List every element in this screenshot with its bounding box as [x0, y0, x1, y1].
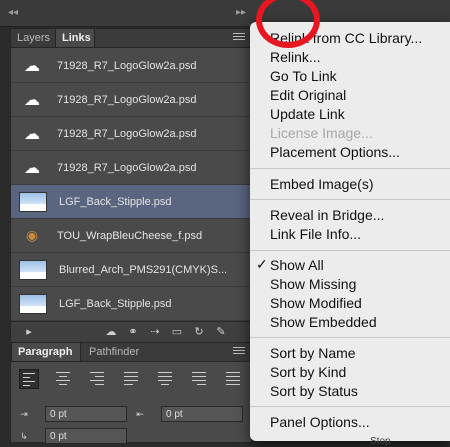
- menu-item-edit-original[interactable]: Edit Original: [270, 87, 346, 103]
- list-item-selected[interactable]: LGF_Back_Stipple.psd: [11, 185, 251, 219]
- cloud-icon: ☁: [24, 159, 40, 177]
- show-info-icon[interactable]: ▸: [21, 324, 37, 340]
- right-indent-icon: ⇤: [136, 409, 144, 419]
- list-item[interactable]: ☁ 71928_R7_LogoGlow2a.psd: [11, 49, 251, 83]
- panel-menu-icon[interactable]: [233, 347, 245, 357]
- embed-icon[interactable]: ▭: [169, 324, 185, 340]
- menu-item-link-file-info[interactable]: Link File Info...: [270, 226, 361, 242]
- menu-item-show-missing[interactable]: Show Missing: [270, 276, 356, 292]
- links-toolbar: ▸ ☁ ⚭ ⇢ ▭ ↻ ✎: [11, 321, 251, 342]
- menu-item-go-to-link[interactable]: Go To Link: [270, 68, 337, 84]
- tab-layers[interactable]: Layers: [11, 29, 55, 47]
- menu-item-sort-by-kind[interactable]: Sort by Kind: [270, 364, 346, 380]
- cloud-icon: ☁: [24, 125, 40, 143]
- menu-separator: [250, 406, 450, 407]
- file-name: 71928_R7_LogoGlow2a.psd: [57, 161, 197, 174]
- file-name: TOU_WrapBleuCheese_f.psd: [57, 229, 203, 242]
- menu-item-reveal-in-bridge[interactable]: Reveal in Bridge...: [270, 207, 384, 223]
- menu-separator: [250, 337, 450, 338]
- file-name: 71928_R7_LogoGlow2a.psd: [57, 127, 197, 140]
- right-indent-field[interactable]: 0 pt: [161, 406, 243, 422]
- menu-item-sort-by-status[interactable]: Sort by Status: [270, 383, 358, 399]
- sky-thumbnail-icon: [19, 293, 47, 314]
- menu-item-license-image: License Image...: [270, 125, 373, 141]
- menu-item-embed-images[interactable]: Embed Image(s): [270, 176, 373, 192]
- justify-all-icon[interactable]: [223, 369, 243, 389]
- left-indent-field[interactable]: 0 pt: [45, 406, 127, 422]
- list-item[interactable]: ☁ 71928_R7_LogoGlow2a.psd: [11, 151, 251, 185]
- menu-separator: [250, 168, 450, 169]
- justify-right-icon[interactable]: [189, 369, 209, 389]
- align-left-icon[interactable]: [19, 369, 39, 389]
- menu-item-relink[interactable]: Relink...: [270, 49, 321, 65]
- menu-item-show-modified[interactable]: Show Modified: [270, 295, 362, 311]
- align-center-icon[interactable]: [53, 369, 73, 389]
- collapse-right-icon[interactable]: ▸▸: [236, 7, 246, 18]
- update-link-icon[interactable]: ↻: [191, 324, 207, 340]
- sky-thumbnail-icon: [19, 259, 47, 280]
- cheese-thumbnail-icon: ◉: [25, 227, 39, 243]
- links-panel-menu: Relink from CC Library... Relink... Go T…: [250, 22, 450, 447]
- tab-links[interactable]: Links: [55, 29, 95, 47]
- list-item[interactable]: LGF_Back_Stipple.psd: [11, 287, 251, 321]
- links-panel-tabbar: Layers Links: [11, 29, 251, 48]
- tab-pathfinder[interactable]: Pathfinder: [83, 343, 153, 361]
- menu-item-placement-options[interactable]: Placement Options...: [270, 144, 400, 160]
- edit-original-icon[interactable]: ✎: [213, 324, 229, 340]
- align-right-icon[interactable]: [87, 369, 107, 389]
- panel-menu-icon[interactable]: [233, 33, 245, 43]
- links-panel: Layers Links ☁ 71928_R7_LogoGlow2a.psd ☁…: [10, 28, 252, 342]
- file-name: LGF_Back_Stipple.psd: [59, 297, 172, 310]
- menu-separator: [250, 199, 450, 200]
- left-indent-icon: ⇥: [20, 409, 28, 419]
- list-item[interactable]: Blurred_Arch_PMS291(CMYK)S...: [11, 253, 251, 287]
- menu-separator: [250, 250, 450, 251]
- tab-paragraph[interactable]: Paragraph: [11, 343, 81, 361]
- file-name: Blurred_Arch_PMS291(CMYK)S...: [59, 263, 228, 276]
- links-list: ☁ 71928_R7_LogoGlow2a.psd ☁ 71928_R7_Log…: [11, 49, 251, 321]
- paragraph-panel-tabbar: Paragraph Pathfinder: [11, 343, 251, 362]
- menu-item-show-all[interactable]: Show All: [270, 257, 324, 273]
- go-to-link-icon[interactable]: ⇢: [147, 324, 163, 340]
- file-name: LGF_Back_Stipple.psd: [59, 195, 172, 208]
- collapse-left-icon[interactable]: ◂◂: [8, 7, 18, 18]
- menu-item-show-embedded[interactable]: Show Embedded: [270, 314, 377, 330]
- partial-label: Stop: [370, 436, 391, 447]
- file-name: 71928_R7_LogoGlow2a.psd: [57, 93, 197, 106]
- justify-center-icon[interactable]: [155, 369, 175, 389]
- list-item[interactable]: ☁ 71928_R7_LogoGlow2a.psd: [11, 117, 251, 151]
- menu-item-sort-by-name[interactable]: Sort by Name: [270, 345, 356, 361]
- menu-item-panel-options[interactable]: Panel Options...: [270, 414, 370, 430]
- cloud-icon: ☁: [24, 57, 40, 75]
- justify-left-icon[interactable]: [121, 369, 141, 389]
- list-item[interactable]: ☁ 71928_R7_LogoGlow2a.psd: [11, 83, 251, 117]
- relink-icon[interactable]: ⚭: [125, 324, 141, 340]
- first-line-indent-field[interactable]: 0 pt: [45, 428, 127, 444]
- menu-item-update-link[interactable]: Update Link: [270, 106, 345, 122]
- paragraph-panel: Paragraph Pathfinder ⇥ 0 pt ⇤ 0 pt ↳ 0 p…: [10, 342, 252, 444]
- list-item[interactable]: ◉ TOU_WrapBleuCheese_f.psd: [11, 219, 251, 253]
- checkmark-icon: ✓: [256, 256, 268, 272]
- sky-thumbnail-icon: [19, 191, 47, 212]
- file-name: 71928_R7_LogoGlow2a.psd: [57, 59, 197, 72]
- cloud-icon: ☁: [24, 91, 40, 109]
- cc-library-icon[interactable]: ☁: [103, 324, 119, 340]
